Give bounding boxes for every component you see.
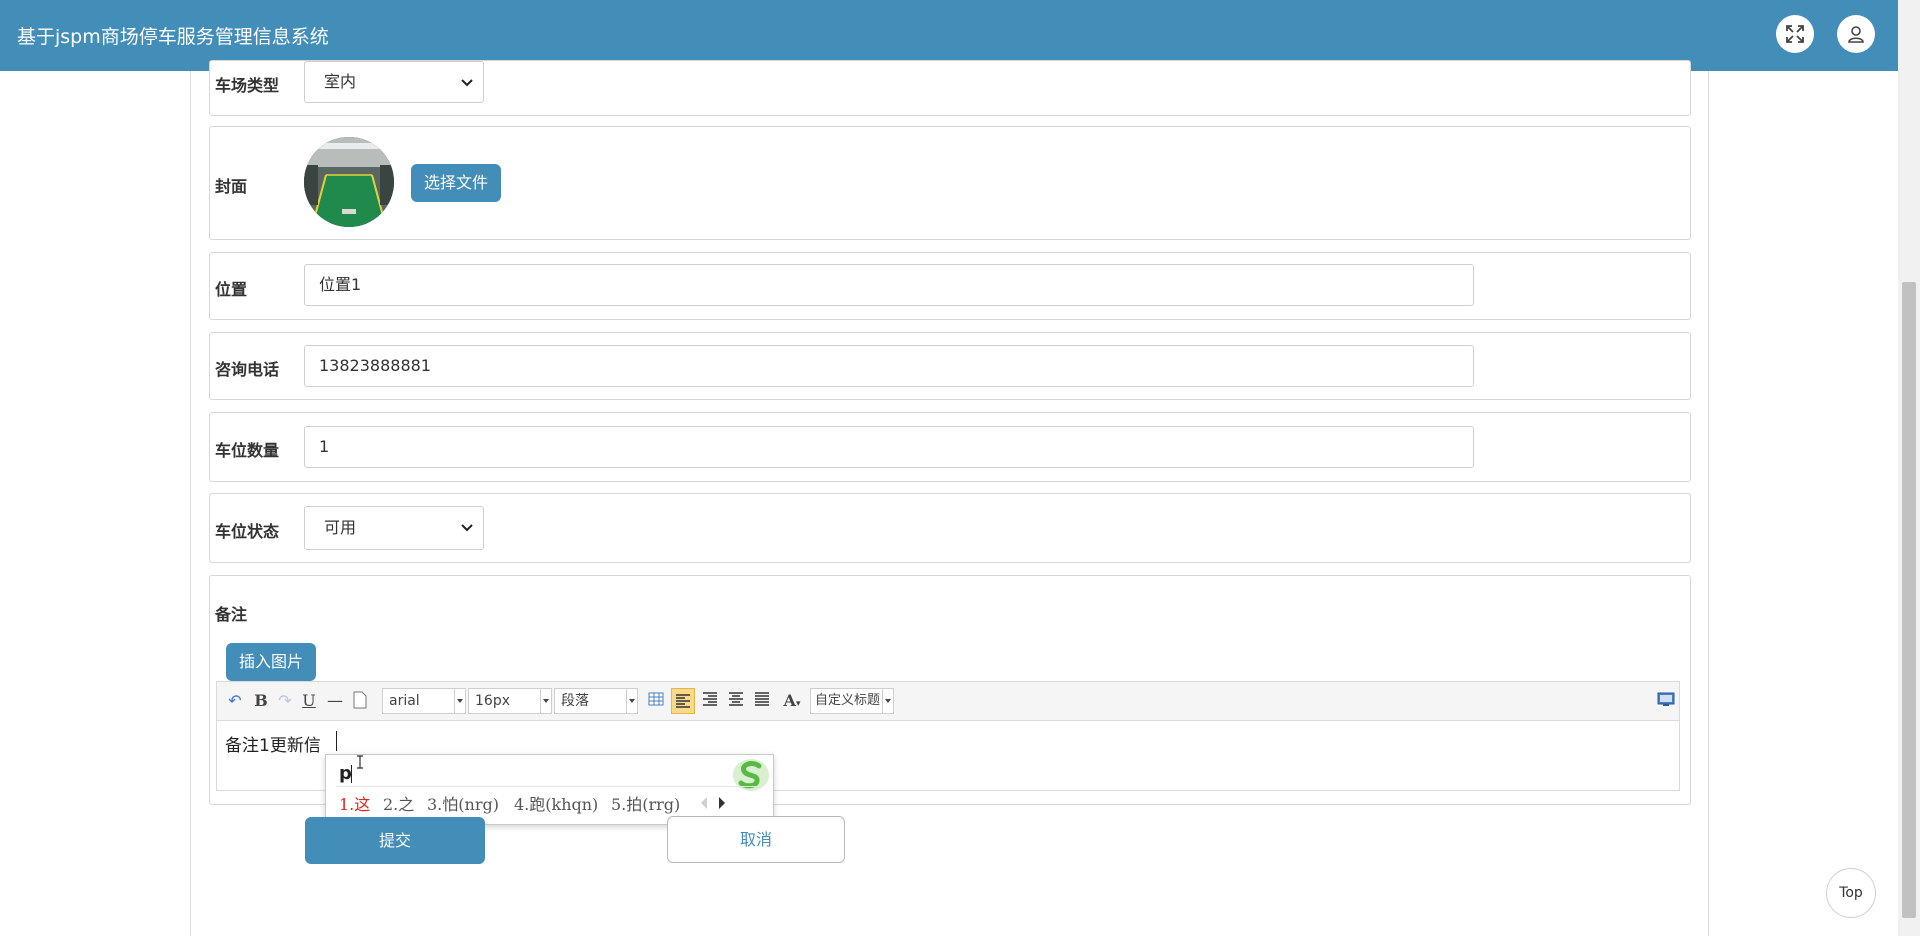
align-justify-icon[interactable] [753,691,771,711]
lot-type-value: 室内 [324,72,357,91]
chevron-down-icon [461,524,473,532]
phone-label: 咨询电话 [215,360,280,379]
redo-icon[interactable]: ↷ [277,691,293,711]
ime-candidate[interactable]: 2.之 [383,791,414,815]
ime-candidate[interactable]: 1.这 [339,791,370,815]
spaces-input[interactable]: 1 [304,426,1474,468]
cancel-button[interactable]: 取消 [667,816,845,863]
location-label: 位置 [215,280,248,299]
phone-input[interactable]: 13823888881 [304,345,1474,387]
ime-typed-text: p [339,763,352,784]
align-center-icon[interactable] [727,691,745,711]
cover-image [304,137,394,227]
ime-candidate[interactable]: 4.跑(khqn) [514,791,598,815]
dropdown-arrow-icon [454,689,465,713]
parking-photo [304,137,394,227]
row-phone: 咨询电话 13823888881 [209,332,1691,400]
chevron-down-icon [461,79,473,87]
font-size-select[interactable]: 16px [468,688,552,714]
dropdown-arrow-icon [882,689,893,713]
choose-file-button[interactable]: 选择文件 [411,164,501,202]
ime-candidate[interactable]: 3.怕(nrg) [427,791,499,815]
font-family-select[interactable]: arial [382,688,466,714]
app-title: 基于jspm商场停车服务管理信息系统 [17,26,329,48]
cover-label: 封面 [215,177,248,196]
horizontal-rule-icon[interactable]: — [327,691,343,711]
font-size-value: 16px [475,693,510,709]
table-icon[interactable] [647,691,665,711]
fullscreen-button[interactable] [1776,15,1814,53]
row-location: 位置 位置1 [209,252,1691,320]
dropdown-arrow-icon [626,689,637,713]
source-view-icon[interactable] [1657,691,1675,711]
location-input[interactable]: 位置1 [304,264,1474,306]
custom-heading-value: 自定义标题 [815,693,881,708]
next-page-icon[interactable] [717,796,727,810]
align-right-icon[interactable] [701,691,719,711]
ime-candidate[interactable]: 5.拍(rrg) [611,791,680,815]
user-menu-button[interactable] [1837,15,1875,53]
row-spaces: 车位数量 1 [209,412,1691,482]
text-caret [336,731,337,751]
spaces-label: 车位数量 [215,441,280,460]
expand-icon [1786,25,1804,43]
underline-icon[interactable]: U [301,691,317,711]
lot-type-select[interactable]: 室内 [304,61,484,103]
editor-toolbar: ↶ B ↷ U — arial 16px 段落 A▾ 自定义标题 [216,681,1680,721]
status-select[interactable]: 可用 [304,506,484,550]
submit-button[interactable]: 提交 [305,817,485,864]
paragraph-value: 段落 [561,693,589,709]
remark-label: 备注 [215,605,248,624]
page-icon[interactable] [353,691,367,711]
ime-candidate-window: p 1.这 2.之 3.怕(nrg) 4.跑(khqn) 5.拍(rrg) [325,754,774,825]
insert-image-button[interactable]: 插入图片 [226,643,316,681]
align-left-icon[interactable] [671,688,695,714]
sogou-logo-icon [733,759,769,791]
row-lot-type: 车场类型 室内 [209,60,1691,116]
font-color-icon[interactable]: A▾ [779,691,805,711]
row-cover: 封面 选择文件 [209,126,1691,240]
status-value: 可用 [324,518,357,537]
user-icon [1848,26,1864,43]
page-scrollbar[interactable] [1898,0,1920,936]
undo-icon[interactable]: ↶ [227,691,243,711]
ime-caret [351,765,352,783]
mouse-cursor-icon [357,755,363,769]
back-to-top-button[interactable]: Top [1826,868,1876,918]
font-family-value: arial [389,693,420,709]
status-label: 车位状态 [215,522,280,541]
paragraph-select[interactable]: 段落 [554,688,638,714]
dropdown-arrow-icon [540,689,551,713]
editor-text: 备注1更新信 [225,736,321,756]
ime-divider [336,786,763,787]
bold-icon[interactable]: B [253,691,269,711]
custom-heading-select[interactable]: 自定义标题 [810,688,894,714]
row-status: 车位状态 可用 [209,493,1691,563]
prev-page-icon[interactable] [699,796,709,810]
scrollbar-thumb[interactable] [1902,282,1916,918]
lot-type-label: 车场类型 [215,76,280,95]
